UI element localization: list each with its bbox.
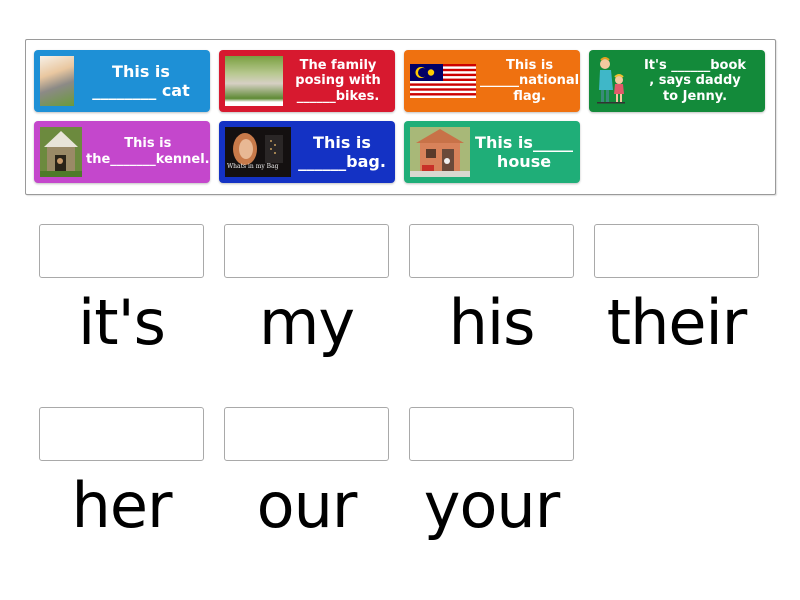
dog-kennel-image bbox=[40, 127, 82, 177]
family-bikes-image bbox=[225, 56, 283, 106]
answer-word: your bbox=[423, 469, 560, 542]
answer-word: our bbox=[256, 469, 358, 542]
card-house[interactable]: This is_____ house bbox=[404, 121, 580, 183]
answer-word: her bbox=[71, 469, 173, 542]
whats-in-my-bag-image: Whats in my Bag bbox=[225, 127, 291, 177]
drop-slot-2[interactable] bbox=[224, 224, 389, 278]
answer-word: his bbox=[448, 286, 536, 359]
card-flag[interactable]: This is ______national flag. bbox=[404, 50, 580, 112]
answer-word: my bbox=[258, 286, 355, 359]
daddy-jenny-cartoon-image bbox=[595, 56, 627, 106]
drop-slot-6[interactable] bbox=[224, 407, 389, 461]
card-cat[interactable]: This is ________ cat bbox=[34, 50, 210, 112]
drop-slot-5[interactable] bbox=[39, 407, 204, 461]
boy-with-cat-image bbox=[40, 56, 74, 106]
drop-slot-7[interactable] bbox=[409, 407, 574, 461]
card-text: The family posing with ______bikes. bbox=[295, 57, 381, 104]
card-text: This is the_______kennel. bbox=[86, 136, 210, 167]
card-text: This is ______national flag. bbox=[480, 57, 580, 104]
card-text: This is ________ cat bbox=[92, 61, 190, 100]
playhouse-image bbox=[410, 127, 470, 177]
answer-word: it's bbox=[78, 286, 166, 359]
bag-video-caption: Whats in my Bag bbox=[227, 163, 279, 170]
card-bag[interactable]: Whats in my Bag This is ______bag. bbox=[219, 121, 395, 183]
card-kennel[interactable]: This is the_______kennel. bbox=[34, 121, 210, 183]
answer-word: their bbox=[606, 286, 747, 359]
malaysia-flag-icon bbox=[410, 64, 476, 98]
card-text: It's ______book , says daddy to Jenny. bbox=[643, 57, 747, 104]
drop-slot-1[interactable] bbox=[39, 224, 204, 278]
drop-slot-3[interactable] bbox=[409, 224, 574, 278]
card-bikes[interactable]: The family posing with ______bikes. bbox=[219, 50, 395, 112]
card-book[interactable]: It's ______book , says daddy to Jenny. bbox=[589, 50, 765, 112]
drop-slot-4[interactable] bbox=[594, 224, 759, 278]
card-text: This is_____ house bbox=[475, 132, 573, 171]
card-text: This is ______bag. bbox=[298, 132, 386, 171]
